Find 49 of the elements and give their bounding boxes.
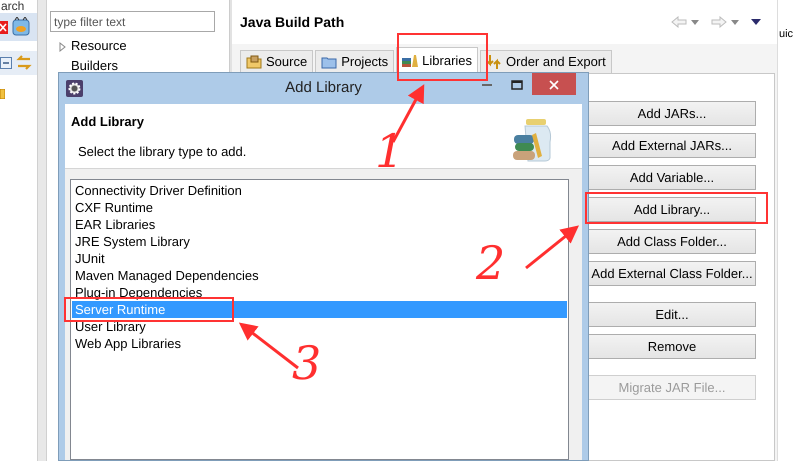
back-arrow-icon[interactable] (671, 16, 687, 28)
forward-arrow-icon[interactable] (711, 16, 727, 28)
filter-field[interactable]: type filter text (50, 11, 215, 32)
tree-item[interactable]: Resource (71, 36, 127, 56)
collapse-icon[interactable] (0, 57, 12, 69)
action-button[interactable]: Add External Class Folder... (588, 261, 756, 286)
package-folder-icon (246, 55, 262, 69)
expand-icon[interactable] (59, 42, 66, 52)
tab[interactable]: Projects (315, 50, 394, 73)
tab[interactable]: Source (240, 50, 314, 73)
minimize-icon (482, 84, 492, 86)
action-button[interactable]: Edit... (588, 302, 756, 327)
action-button[interactable]: Add Variable... (588, 165, 756, 190)
list-item[interactable]: CXF Runtime (72, 199, 567, 216)
action-button[interactable]: Add Library... (588, 197, 756, 222)
action-button[interactable]: Add Class Folder... (588, 229, 756, 254)
handwritten-number: 2 (476, 240, 506, 286)
search-label: arch (1, 0, 24, 13)
close-icon (549, 80, 559, 90)
maximize-icon (511, 80, 523, 90)
action-button[interactable]: Add External JARs... (588, 133, 756, 158)
bug-icon[interactable] (12, 17, 30, 37)
cut-label: uic (779, 28, 794, 40)
dialog-title: Add Library (284, 78, 363, 98)
dropdown-caret-icon[interactable] (731, 20, 739, 24)
dialog-heading: Add Library (71, 113, 145, 131)
jar-icon (512, 118, 552, 163)
list-item[interactable]: Plug-in Dependencies (72, 284, 567, 301)
gear-icon (66, 80, 83, 96)
annotation-arrow (525, 225, 580, 270)
folder-icon (321, 55, 338, 69)
books-icon (402, 54, 418, 68)
tab[interactable]: Libraries (396, 47, 478, 73)
tab[interactable]: Order and Export (480, 50, 612, 73)
list-item[interactable]: User Library (72, 318, 567, 335)
view-menu-icon[interactable] (751, 19, 761, 25)
reorder-arrows-icon (486, 54, 502, 70)
error-icon[interactable] (0, 19, 8, 35)
action-button[interactable]: Add JARs... (588, 101, 756, 126)
close-button[interactable] (532, 73, 576, 95)
tree-item[interactable]: Builders (71, 56, 118, 76)
action-button[interactable]: Remove (588, 334, 756, 359)
handwritten-number: 3 (292, 340, 322, 386)
dropdown-caret-icon[interactable] (691, 20, 699, 24)
dialog-description: Select the library type to add. (78, 142, 246, 161)
page-title: Java Build Path (240, 12, 344, 32)
list-item[interactable]: Connectivity Driver Definition (72, 182, 567, 199)
list-item[interactable]: EAR Libraries (72, 216, 567, 233)
handwritten-number: 1 (375, 128, 404, 174)
